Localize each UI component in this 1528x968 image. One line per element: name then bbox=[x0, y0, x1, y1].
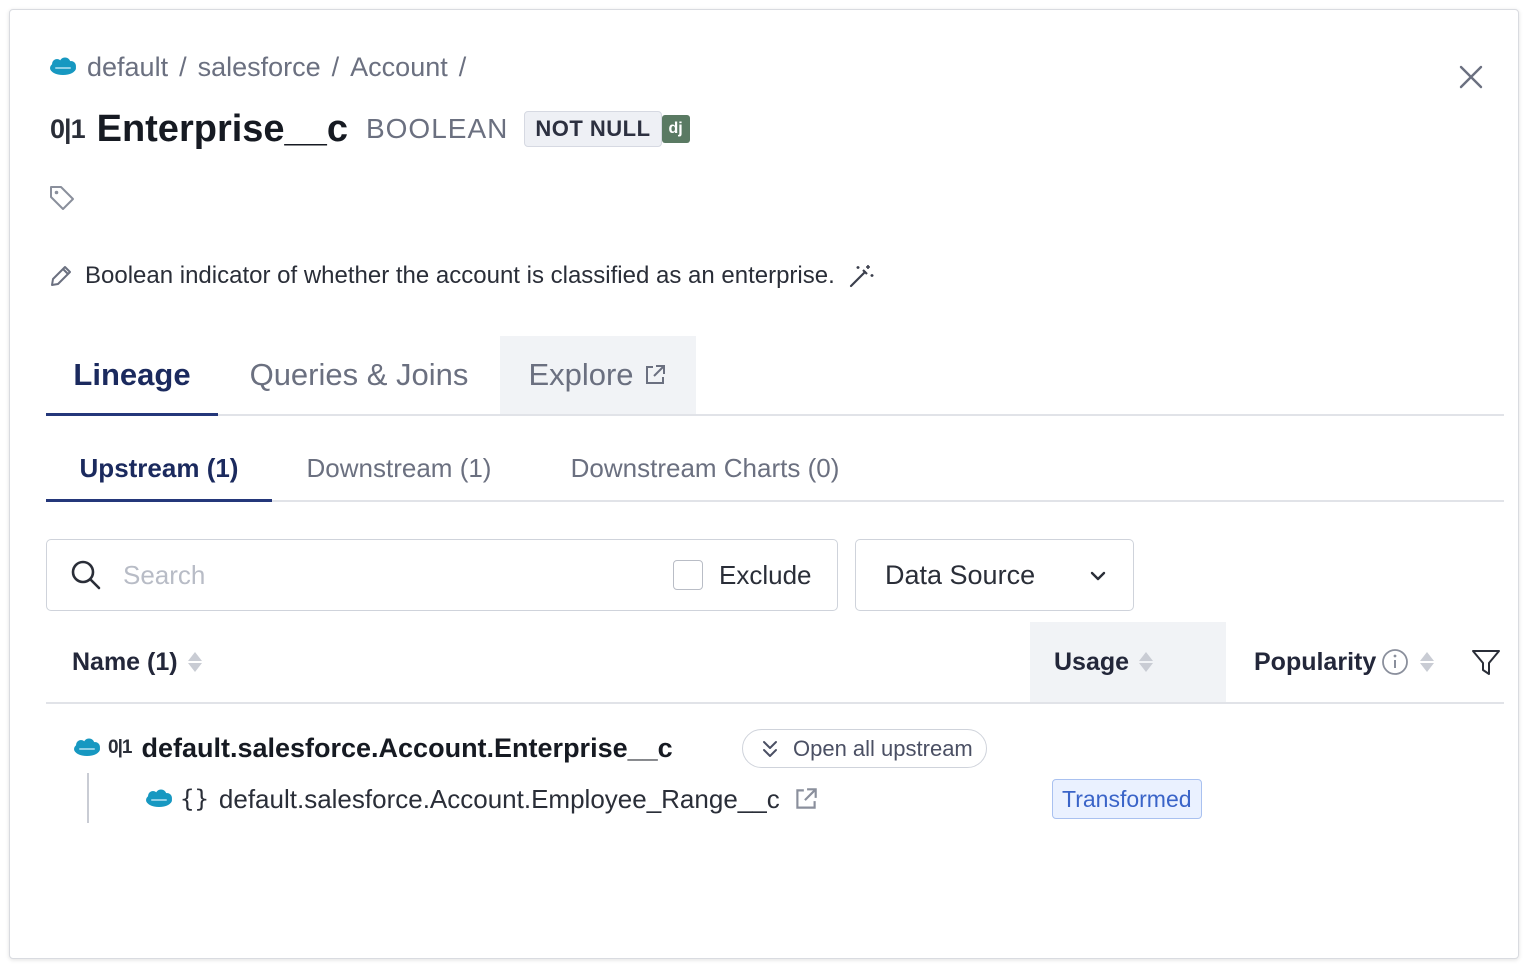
data-source-label: Data Source bbox=[885, 559, 1036, 590]
datatype-label: BOOLEAN bbox=[365, 113, 509, 144]
sort-icon bbox=[187, 651, 202, 673]
main-tabs: Lineage Queries & Joins Explore bbox=[46, 336, 1504, 416]
open-all-upstream-label: Open all upstream bbox=[793, 735, 973, 761]
chevron-down-icon bbox=[1090, 571, 1106, 581]
tab-queries-joins[interactable]: Queries & Joins bbox=[218, 336, 500, 414]
boolean-type-icon: 0|1 bbox=[108, 737, 132, 758]
not-null-badge: NOT NULL bbox=[524, 111, 662, 147]
breadcrumb-item-account[interactable]: Account bbox=[350, 52, 448, 83]
tab-label: Queries & Joins bbox=[249, 357, 469, 392]
column-header-label: Usage bbox=[1054, 647, 1130, 676]
filter-icon[interactable] bbox=[1470, 646, 1502, 678]
dbt-source-badge: dj bbox=[661, 115, 690, 143]
exclude-checkbox[interactable] bbox=[673, 560, 703, 590]
boolean-type-icon: 0|1 bbox=[50, 113, 86, 144]
double-chevron-down-icon bbox=[763, 740, 777, 757]
exclude-label: Exclude bbox=[719, 560, 812, 590]
close-icon[interactable] bbox=[1456, 62, 1486, 92]
tab-label: Upstream (1) bbox=[79, 452, 239, 483]
description-row: Boolean indicator of whether the account… bbox=[48, 262, 886, 290]
sort-icon bbox=[1139, 651, 1154, 673]
sort-icon bbox=[1420, 651, 1435, 673]
external-link-icon[interactable] bbox=[792, 785, 820, 813]
tab-label: Downstream (1) bbox=[306, 452, 492, 483]
search-icon bbox=[71, 560, 101, 590]
breadcrumb: default / salesforce / Account / bbox=[48, 50, 477, 84]
column-header-popularity[interactable]: Popularity bbox=[1254, 622, 1435, 702]
tab-lineage[interactable]: Lineage bbox=[46, 336, 218, 416]
tree-connector bbox=[87, 773, 89, 823]
open-all-upstream-button[interactable]: Open all upstream bbox=[742, 729, 987, 768]
tab-downstream-charts[interactable]: Downstream Charts (0) bbox=[536, 436, 874, 500]
title-row: 0|1 Enterprise__c BOOLEAN NOT NULL dj bbox=[50, 106, 690, 152]
lineage-sub-tabs: Upstream (1) Downstream (1) Downstream C… bbox=[46, 436, 1504, 502]
tab-label: Downstream Charts (0) bbox=[570, 452, 840, 483]
breadcrumb-separator: / bbox=[458, 51, 467, 82]
row-name: default.salesforce.Account.Employee_Rang… bbox=[218, 783, 780, 814]
breadcrumb-separator: / bbox=[331, 51, 340, 82]
column-header-name[interactable]: Name (1) bbox=[72, 622, 202, 702]
description-text: Boolean indicator of whether the account… bbox=[85, 262, 835, 289]
usage-badge: Transformed bbox=[1052, 779, 1202, 819]
table-row-child[interactable]: {} default.salesforce.Account.Employee_R… bbox=[144, 780, 820, 818]
page-title: Enterprise__c bbox=[96, 107, 348, 150]
salesforce-icon bbox=[50, 57, 76, 75]
external-link-icon bbox=[645, 365, 665, 384]
breadcrumb-item-default[interactable]: default bbox=[87, 52, 168, 83]
tag-icon[interactable] bbox=[48, 184, 76, 212]
pencil-icon[interactable] bbox=[48, 263, 74, 289]
salesforce-icon bbox=[146, 789, 172, 807]
tab-upstream[interactable]: Upstream (1) bbox=[46, 436, 272, 502]
column-header-label: Popularity bbox=[1254, 647, 1377, 676]
table-row[interactable]: 0|1 default.salesforce.Account.Enterpris… bbox=[72, 728, 673, 768]
tab-downstream[interactable]: Downstream (1) bbox=[272, 436, 526, 500]
tab-label: Explore bbox=[528, 357, 634, 392]
search-input[interactable] bbox=[123, 556, 643, 594]
search-box: Exclude bbox=[46, 539, 838, 611]
info-icon[interactable] bbox=[1380, 647, 1410, 677]
column-header-usage[interactable]: Usage bbox=[1030, 622, 1226, 702]
table-header: Name (1) Usage Popularity bbox=[46, 622, 1504, 704]
salesforce-icon bbox=[74, 738, 100, 756]
breadcrumb-item-salesforce[interactable]: salesforce bbox=[198, 52, 321, 83]
tab-label: Lineage bbox=[73, 357, 191, 392]
column-header-label: Name (1) bbox=[72, 647, 178, 676]
magic-wand-icon[interactable] bbox=[847, 262, 875, 290]
data-source-dropdown[interactable]: Data Source bbox=[855, 539, 1134, 611]
row-name: default.salesforce.Account.Enterprise__c bbox=[141, 732, 673, 763]
tab-explore[interactable]: Explore bbox=[500, 336, 696, 414]
object-type-icon: {} bbox=[180, 785, 209, 813]
breadcrumb-separator: / bbox=[179, 51, 187, 82]
column-detail-panel: default / salesforce / Account / 0|1 Ent… bbox=[9, 9, 1519, 959]
